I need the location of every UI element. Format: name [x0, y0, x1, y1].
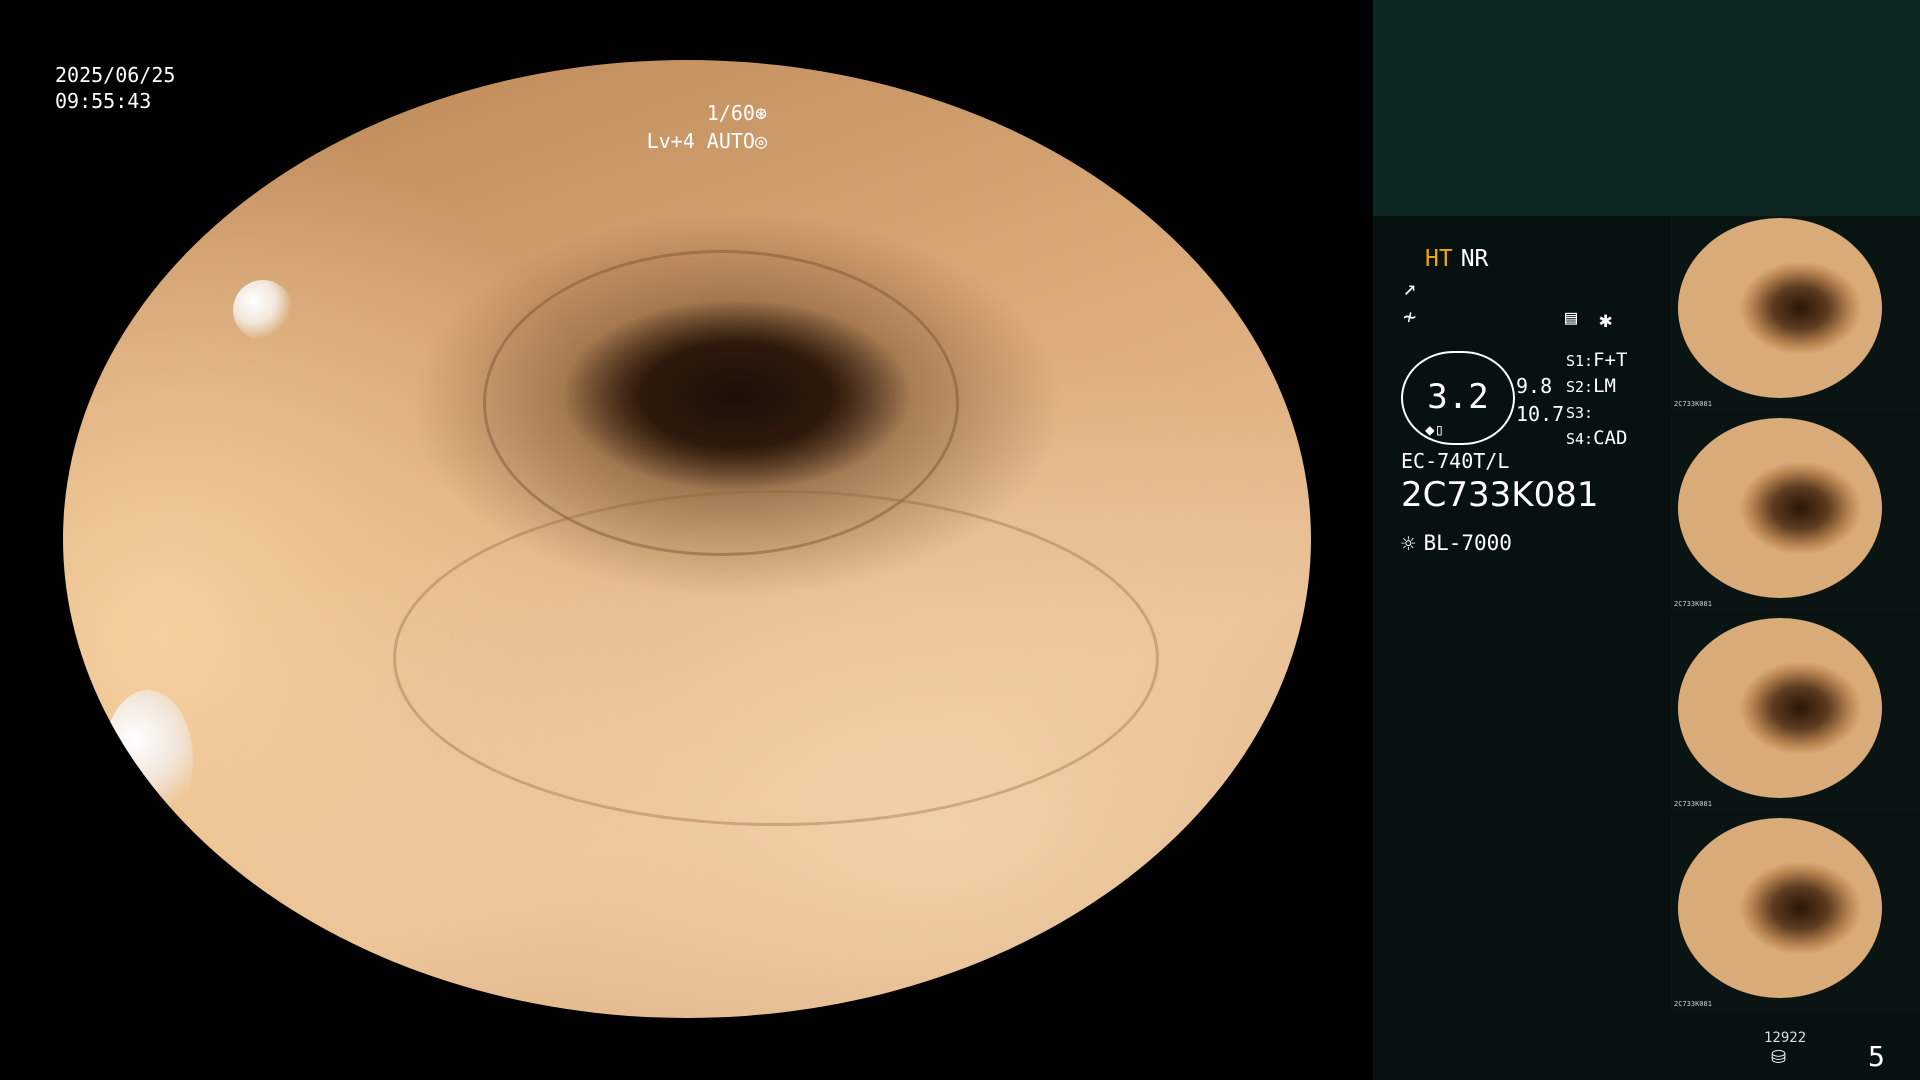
processing-mode: HT NR	[1425, 246, 1488, 272]
thumbnail[interactable]: 2C733K081	[1670, 816, 1920, 1012]
enhancement-icon: ↗	[1403, 276, 1417, 301]
switch-assignments: S1:F+T S2:LM S3: S4:CAD	[1566, 348, 1627, 452]
switch-value: LM	[1593, 375, 1616, 397]
image-counter: 12922	[1764, 1030, 1807, 1046]
switch-label: S1:	[1566, 352, 1594, 370]
info-panel: HT NR ↗ ≁ ▤ ✱ 3.2 ◆▯ 9.8 10.7 S1:F+T S2:L…	[1373, 0, 1920, 1080]
thumbnail[interactable]: 2C733K081	[1670, 416, 1920, 612]
thumbnail-label: 2C733K081	[1674, 1000, 1712, 1008]
thumbnail-image	[1678, 418, 1882, 598]
light-source: ☼ BL-7000	[1401, 530, 1512, 558]
auto-light-icon: ◎	[754, 129, 767, 153]
zoom-value: 10.7	[1516, 402, 1565, 426]
air-bubble	[313, 105, 339, 131]
asterisk-icon: ✱	[1599, 308, 1613, 333]
air-bubble	[233, 280, 293, 340]
light-level-display: Lv+4 AUTO◎	[647, 128, 767, 154]
date-text: 2025/06/25	[55, 63, 176, 87]
page-number: 5	[1868, 1040, 1885, 1073]
thumbnail[interactable]: 2C733K081	[1670, 616, 1920, 812]
mucosal-fold	[393, 490, 1159, 826]
time-text: 09:55:43	[55, 89, 152, 113]
endoscopic-live-image	[63, 60, 1311, 1018]
zoom-value: 9.8	[1516, 374, 1553, 398]
shutter-speed-text: 1/60	[706, 101, 755, 125]
scope-serial: 2C733K081	[1401, 475, 1599, 515]
info-panel-header	[1373, 0, 1920, 216]
contrast-icon: ≁	[1403, 305, 1417, 330]
thumbnail-label: 2C733K081	[1674, 800, 1712, 808]
frame-mask-top	[0, 0, 1373, 60]
switch-row: S4:CAD	[1566, 426, 1627, 452]
shutter-display: 1/60⊛	[707, 100, 767, 126]
thumbnail[interactable]: 2C733K081	[1670, 216, 1920, 412]
sun-icon: ☼	[1401, 530, 1416, 558]
thumbnail-image	[1678, 818, 1882, 998]
switch-row: S3:	[1566, 400, 1627, 426]
thumbnail-label: 2C733K081	[1674, 600, 1712, 608]
switch-row: S2:LM	[1566, 374, 1627, 400]
aperture-icon: ⊛	[754, 101, 767, 125]
datetime-display: 2025/06/25 09:55:43	[55, 62, 175, 114]
zoom-values: 9.8 10.7	[1516, 372, 1564, 428]
thumbnail-label: 2C733K081	[1674, 400, 1712, 408]
ht-label: HT	[1425, 246, 1453, 272]
light-source-text: BL-7000	[1423, 531, 1512, 555]
scope-model: EC-740T/L	[1401, 449, 1510, 473]
frame-mask-bottom	[0, 1018, 1373, 1080]
switch-value: CAD	[1593, 427, 1628, 449]
switch-row: S1:F+T	[1566, 348, 1627, 374]
storage-icon: ⛁	[1771, 1047, 1787, 1068]
endoscope-main-view: 2025/06/25 09:55:43 1/60⊛ Lv+4 AUTO◎	[0, 0, 1373, 1080]
thumbnail-image	[1678, 618, 1882, 798]
switch-value: F+T	[1593, 349, 1628, 371]
light-level-text: Lv+4 AUTO	[646, 129, 755, 153]
zoom-mark-icon: ◆▯	[1425, 420, 1445, 439]
switch-label: S4:	[1566, 430, 1594, 448]
settings-list-icon: ▤	[1565, 305, 1578, 329]
magnification-indicator: 3.2 ◆▯	[1401, 351, 1515, 445]
nr-label: NR	[1460, 246, 1489, 272]
magnification-value: 3.2	[1427, 377, 1489, 417]
switch-label: S3:	[1566, 404, 1594, 422]
switch-label: S2:	[1566, 378, 1594, 396]
thumbnail-image	[1678, 218, 1882, 398]
light-reflection	[103, 690, 193, 830]
